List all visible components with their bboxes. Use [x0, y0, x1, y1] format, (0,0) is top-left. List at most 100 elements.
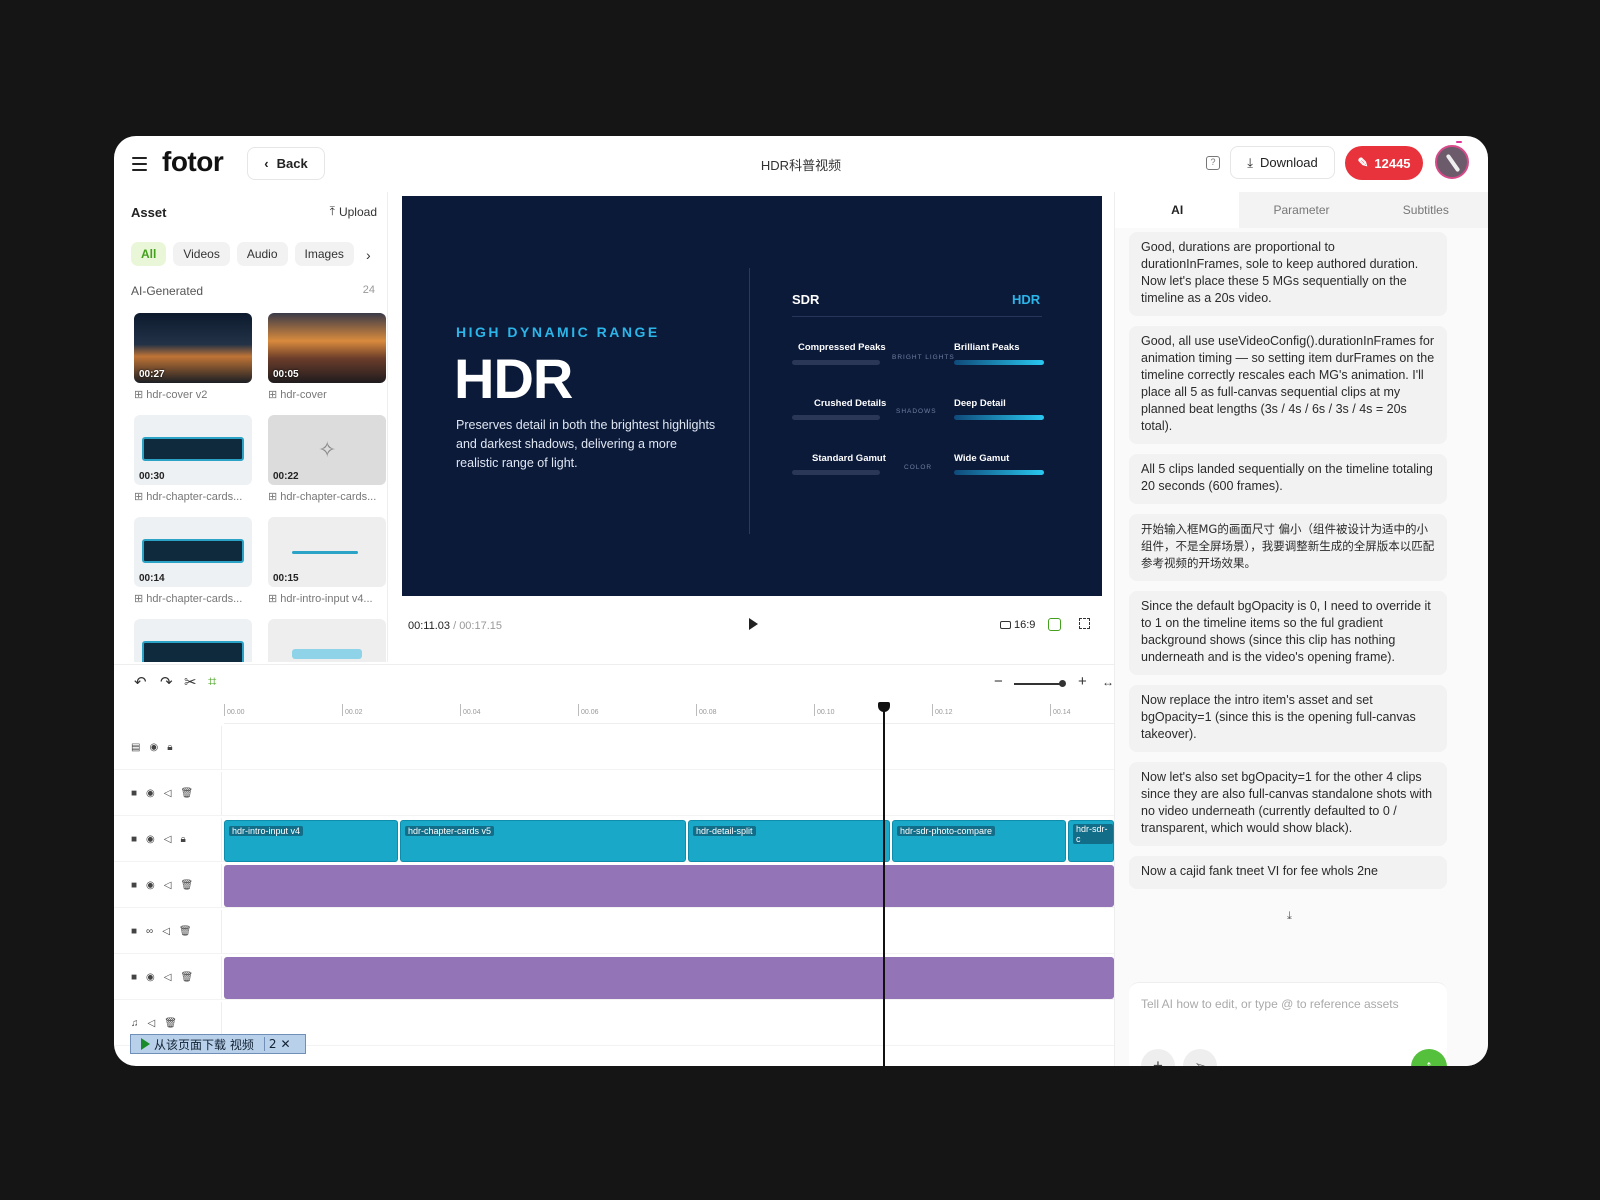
timeline-clip[interactable]: hdr-detail-split	[688, 820, 890, 862]
video-track-icon: ■	[131, 880, 138, 891]
total-time: / 00:17.15	[453, 620, 503, 632]
download-video-bar[interactable]: 从该页面下载 视频 2 ✕	[130, 1034, 306, 1054]
delete-icon[interactable]: 🗑︎	[164, 1018, 177, 1029]
lock-icon[interactable]: 🔒︎	[180, 834, 185, 845]
visibility-icon[interactable]: ◉	[146, 972, 155, 983]
aspect-ratio-button[interactable]: 16:9	[1000, 619, 1035, 631]
delete-icon[interactable]: 🗑︎	[180, 972, 193, 983]
timeline-clip[interactable]: hdr-intro-input v4	[224, 820, 398, 862]
chevron-right-icon[interactable]: ›	[366, 247, 371, 263]
timeline-ruler[interactable]: 00.00 00.02 00.04 00.06 00.08 00.10 00.1…	[224, 704, 1114, 724]
zoom-out-icon[interactable]: −	[994, 673, 1003, 690]
track-video-5: ■ ◉ ◁ 🗑︎	[114, 956, 1114, 1000]
timeline-clip[interactable]: hdr-sdr-c	[1068, 820, 1114, 862]
zoom-slider[interactable]	[1014, 680, 1066, 687]
credits-button[interactable]: ✎ 12445	[1345, 146, 1423, 180]
track-header: ■ ◉ ◁ 🗑︎	[114, 772, 222, 815]
row-middle-label: SHADOWS	[896, 408, 937, 415]
credits-count: 12445	[1374, 155, 1411, 171]
asset-grid: 00:27 ⊞ hdr-cover v2 00:05 ⊞ hdr-cover 0…	[134, 313, 386, 662]
audio-icon[interactable]: ◁	[148, 1018, 156, 1029]
sdr-label: SDR	[792, 292, 820, 307]
asset-item[interactable]: 00:27 ⊞ hdr-cover v2	[134, 313, 252, 415]
download-button[interactable]: ⤓ Download	[1230, 146, 1335, 179]
chat-messages[interactable]: Good, durations are proportional to dura…	[1129, 232, 1447, 932]
tab-ai[interactable]: AI	[1115, 192, 1240, 228]
scroll-down-icon[interactable]: ⤓	[1287, 910, 1292, 923]
lock-icon[interactable]: 🔒︎	[167, 742, 172, 753]
help-icon[interactable]: ?	[1206, 156, 1220, 170]
undo-icon[interactable]: ↶	[134, 673, 147, 691]
filter-audio[interactable]: Audio	[236, 242, 288, 266]
asset-thumbnail: 00:14	[134, 517, 252, 587]
delete-icon[interactable]: 🗑︎	[180, 788, 193, 799]
playhead[interactable]	[878, 702, 890, 1066]
download-video-count: 2	[263, 1037, 276, 1051]
timeline-clip-purple[interactable]	[224, 865, 1114, 907]
time-display: 00:11.03 / 00:17.15	[408, 620, 502, 632]
asset-item[interactable]: ✧ 00:22 ⊞ hdr-chapter-cards...	[268, 415, 386, 517]
feather-icon: ✎	[1357, 155, 1369, 170]
play-icon	[141, 1038, 150, 1050]
fullscreen-icon[interactable]	[1079, 618, 1090, 629]
playback-controls: 00:11.03 / 00:17.15 16:9	[402, 610, 1102, 642]
asset-panel-title: Asset	[131, 205, 167, 220]
track-video-2: ■ ◉ ◁ 🔒︎ hdr-intro-input v4 hdr-chapter-car…	[114, 818, 1114, 862]
preview-title: HDR	[454, 347, 573, 410]
audio-icon[interactable]: ◁	[162, 926, 170, 937]
split-icon[interactable]: ✂	[184, 673, 197, 691]
asset-caption: ⊞ hdr-chapter-cards...	[134, 593, 243, 605]
filter-images[interactable]: Images	[294, 242, 354, 266]
chat-composer[interactable]: Tell AI how to edit, or type @ to refere…	[1129, 982, 1447, 1066]
text-track-icon: ▤	[131, 742, 141, 753]
asset-item[interactable]: 00:15 ⊞ hdr-intro-input v4...	[268, 517, 386, 619]
fit-icon[interactable]: ↔	[1102, 675, 1114, 689]
timeline-clip[interactable]: hdr-sdr-photo-compare	[892, 820, 1066, 862]
send-button[interactable]: ↑	[1411, 1049, 1447, 1066]
card-preview	[142, 641, 244, 662]
audio-icon[interactable]: ◁	[164, 788, 172, 799]
asset-item[interactable]	[134, 619, 252, 662]
tab-subtitles[interactable]: Subtitles	[1364, 192, 1488, 228]
pointer-icon[interactable]: ➢	[1183, 1049, 1217, 1066]
avatar[interactable]	[1435, 145, 1469, 179]
filter-all[interactable]: All	[131, 242, 167, 266]
audio-icon[interactable]: ◁	[164, 972, 172, 983]
chat-message: Since the default bgOpacity is 0, I need…	[1129, 591, 1447, 675]
chat-message: Good, durations are proportional to dura…	[1129, 232, 1447, 316]
delete-icon[interactable]: 🗑︎	[179, 926, 192, 937]
link-icon[interactable]: ∞	[146, 926, 153, 937]
hdr-label: HDR	[1012, 292, 1041, 307]
asset-item[interactable]: 00:05 ⊞ hdr-cover	[268, 313, 386, 415]
captions-icon[interactable]	[1048, 618, 1061, 631]
chat-input[interactable]: Tell AI how to edit, or type @ to refere…	[1141, 997, 1399, 1011]
close-icon[interactable]: ✕	[280, 1037, 290, 1051]
track-header: ■ ◉ ◁ 🔒︎	[114, 818, 222, 861]
tab-parameter[interactable]: Parameter	[1239, 192, 1363, 228]
add-icon[interactable]: +	[1141, 1049, 1175, 1066]
timeline-clip-purple[interactable]	[224, 957, 1114, 999]
audio-icon[interactable]: ◁	[164, 834, 172, 845]
audio-icon[interactable]: ◁	[164, 880, 172, 891]
video-preview[interactable]: HIGH DYNAMIC RANGE HDR Preserves detail …	[402, 196, 1102, 596]
delete-icon[interactable]: 🗑︎	[180, 880, 193, 891]
asset-caption: ⊞ hdr-cover v2	[134, 389, 208, 401]
visibility-icon[interactable]: ◉	[146, 834, 155, 845]
redo-icon[interactable]: ↷	[160, 673, 173, 691]
zoom-in-icon[interactable]: +	[1078, 673, 1087, 690]
section-count: 24	[362, 284, 375, 296]
timeline-clip[interactable]: hdr-chapter-cards v5	[400, 820, 686, 862]
asset-item[interactable]: 00:30 ⊞ hdr-chapter-cards...	[134, 415, 252, 517]
download-label: Download	[1259, 155, 1318, 170]
visibility-icon[interactable]: ◉	[146, 880, 155, 891]
asset-duration: 00:27	[139, 369, 165, 380]
hdr-row-label: Brilliant Peaks	[954, 342, 1020, 353]
play-icon[interactable]	[749, 618, 758, 630]
asset-item[interactable]	[268, 619, 386, 662]
visibility-icon[interactable]: ◉	[146, 788, 155, 799]
snap-icon[interactable]: ⌗	[208, 673, 216, 690]
asset-item[interactable]: 00:14 ⊞ hdr-chapter-cards...	[134, 517, 252, 619]
upload-button[interactable]: ⤒ Upload	[330, 204, 377, 219]
filter-videos[interactable]: Videos	[173, 242, 230, 266]
visibility-icon[interactable]: ◉	[149, 742, 158, 753]
